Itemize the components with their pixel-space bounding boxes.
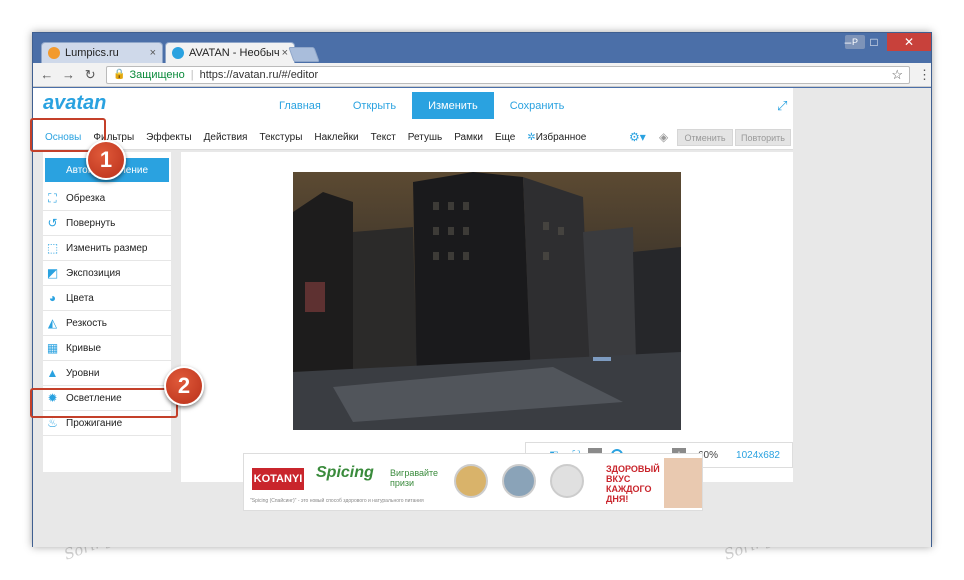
sidebar-item-label: Обрезка <box>66 192 106 204</box>
favorites-label: Избранное <box>535 132 587 143</box>
favorites-icon: ✲ <box>527 132 536 143</box>
crop-icon: ⛶ <box>48 190 57 205</box>
sidebar-item-resize[interactable]: ⬚ Изменить размер <box>43 236 171 261</box>
resize-icon: ⬚ <box>46 241 59 255</box>
callout-2: 2 <box>164 366 204 406</box>
tab-title: Lumpics.ru <box>65 47 119 59</box>
tab-bar: Lumpics.ru × AVATAN - Необычный ф × P – … <box>33 33 931 63</box>
levels-icon: ▲ <box>46 366 59 380</box>
callout-1: 1 <box>86 140 126 180</box>
bookmark-star-icon[interactable]: ☆ <box>891 67 903 83</box>
fullscreen-icon[interactable]: ⤢ <box>777 98 787 114</box>
city-street-image <box>293 172 681 430</box>
tab-favorites[interactable]: ✲Избранное <box>527 132 586 143</box>
editor-canvas[interactable]: › ◧ ⛶ − + 60% 1024x682 <box>181 152 793 482</box>
ad-product-image <box>454 464 488 498</box>
nav-edit[interactable]: Изменить <box>412 92 494 119</box>
lock-icon: 🔒 <box>113 69 126 80</box>
sidebar-item-label: Цвета <box>66 292 94 304</box>
sidebar-item-label: Уровни <box>66 367 100 379</box>
url-text: https://avatan.ru/#/editor <box>199 68 319 81</box>
close-icon[interactable]: × <box>150 47 156 59</box>
tab-textures[interactable]: Текстуры <box>259 132 302 143</box>
exposure-icon: ◩ <box>46 266 59 280</box>
redo-button[interactable]: Повторить <box>735 129 791 146</box>
ad-product-image <box>550 464 584 498</box>
curves-icon: ▦ <box>46 341 59 355</box>
browser-window: Lumpics.ru × AVATAN - Необычный ф × P – … <box>32 32 932 547</box>
maximize-button[interactable]: □ <box>861 33 887 51</box>
separator: | <box>190 68 194 81</box>
palette-icon: ◕ <box>48 291 57 305</box>
nav-open[interactable]: Открыть <box>337 92 412 119</box>
tab-more[interactable]: Еще <box>495 132 515 143</box>
secure-label: Защищено <box>129 68 185 81</box>
sidebar-item-sharpness[interactable]: ◭ Резкость <box>43 311 171 336</box>
back-button[interactable]: ← <box>39 67 55 82</box>
minimize-button[interactable]: – <box>835 33 861 51</box>
close-icon[interactable]: × <box>282 47 288 59</box>
tab-retouch[interactable]: Ретушь <box>408 132 442 143</box>
avatan-favicon-icon <box>172 47 184 59</box>
sharpness-icon: ◭ <box>47 316 58 330</box>
settings-gear-icon[interactable]: ⚙▾ <box>629 130 646 144</box>
new-tab-button[interactable] <box>288 47 320 62</box>
sidebar-item-label: Прожигание <box>66 417 123 429</box>
tab-avatan[interactable]: AVATAN - Необычный ф × <box>165 42 295 63</box>
tab-lumpics[interactable]: Lumpics.ru × <box>41 42 163 63</box>
highlight-dodge <box>30 388 178 418</box>
tab-title: AVATAN - Необычный ф <box>189 47 279 59</box>
top-navigation: Главная Открыть Изменить Сохранить <box>263 92 580 119</box>
sidebar-item-label: Изменить размер <box>66 242 148 254</box>
lumpics-favicon-icon <box>48 47 60 59</box>
tab-actions[interactable]: Действия <box>204 132 248 143</box>
page-content: avatan Главная Открыть Изменить Сохранит… <box>33 88 931 547</box>
ad-product-image <box>502 464 536 498</box>
tab-stickers[interactable]: Наклейки <box>314 132 358 143</box>
avatan-logo[interactable]: avatan <box>43 92 106 115</box>
ad-spicing: Spicing <box>316 464 374 481</box>
tab-text[interactable]: Текст <box>371 132 396 143</box>
advertisement-banner[interactable]: KOTANYI Spicing Вигравайте призи ЗДОРОВЫ… <box>243 453 703 511</box>
sidebar-item-levels[interactable]: ▲ Уровни <box>43 361 171 386</box>
sidebar-item-curves[interactable]: ▦ Кривые <box>43 336 171 361</box>
reload-button[interactable]: ↻ <box>82 67 98 83</box>
sidebar-item-colors[interactable]: ◕ Цвета <box>43 286 171 311</box>
sidebar-item-rotate[interactable]: ↺ Повернуть <box>43 211 171 236</box>
rotate-icon: ↺ <box>47 216 58 230</box>
sidebar-item-label: Экспозиция <box>66 267 121 279</box>
undo-button[interactable]: Отменить <box>677 129 733 146</box>
url-field[interactable]: 🔒 Защищено | https://avatan.ru/#/editor … <box>106 65 911 84</box>
forward-button[interactable]: → <box>61 67 77 82</box>
tab-effects[interactable]: Эффекты <box>146 132 191 143</box>
edited-photo[interactable] <box>293 172 681 430</box>
window-controls: – □ ✕ <box>835 33 931 51</box>
sidebar-item-exposure[interactable]: ◩ Экспозиция <box>43 261 171 286</box>
tab-frames[interactable]: Рамки <box>454 132 483 143</box>
ad-fine-print: "Spicing (Спайсинг)" - это новый способ … <box>250 498 424 504</box>
layers-icon[interactable]: ◈ <box>659 130 668 144</box>
tools-toolbar: Основы Фильтры Эффекты Действия Текстуры… <box>33 126 793 150</box>
window-close-button[interactable]: ✕ <box>887 33 931 51</box>
app-header: avatan Главная Открыть Изменить Сохранит… <box>33 88 793 126</box>
nav-home[interactable]: Главная <box>263 92 337 119</box>
sidebar-item-crop[interactable]: ⛶ Обрезка <box>43 186 171 211</box>
browser-menu-icon[interactable]: ⋮ <box>918 67 931 83</box>
address-bar: ← → ↻ 🔒 Защищено | https://avatan.ru/#/e… <box>33 63 931 87</box>
image-size: 1024x682 <box>736 449 780 461</box>
nav-save[interactable]: Сохранить <box>494 92 581 119</box>
sidebar-item-label: Повернуть <box>66 217 116 229</box>
ad-brand-logo: KOTANYI <box>252 468 304 490</box>
sidebar-item-label: Кривые <box>66 342 102 354</box>
ad-prize-text: Вигравайте призи <box>390 468 439 488</box>
sidebar-item-label: Резкость <box>66 317 107 329</box>
ad-person-image <box>664 458 702 508</box>
tools-sidebar: Автоисправление ⛶Обрезка ↺Повернуть ⬚Изм… <box>43 152 171 472</box>
